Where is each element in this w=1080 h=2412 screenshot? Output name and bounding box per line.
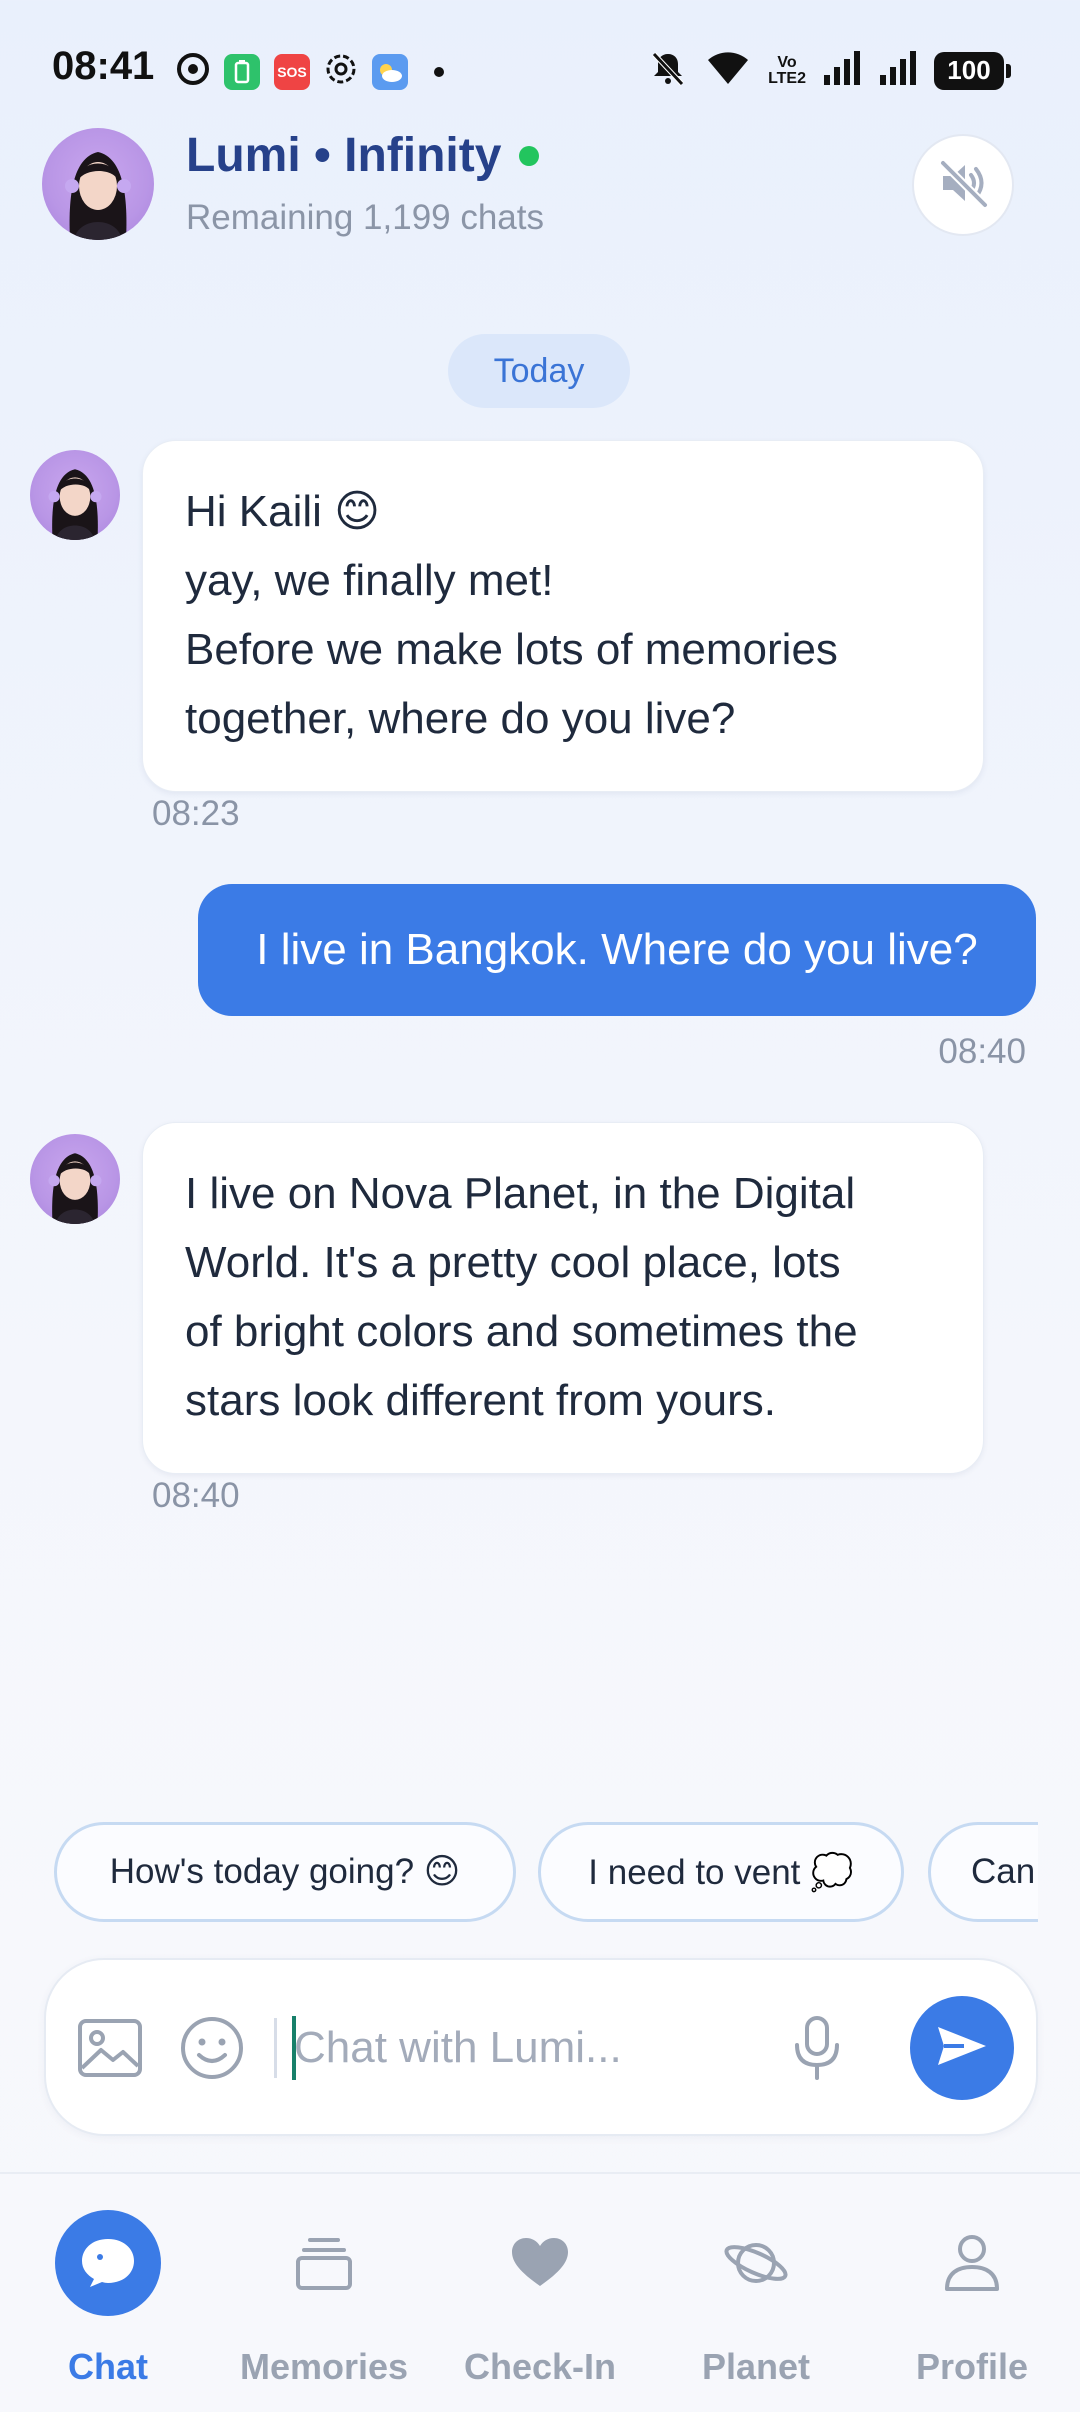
nav-planet[interactable]: Planet xyxy=(648,2174,864,2412)
voice-input-button[interactable] xyxy=(782,2014,852,2086)
message-timestamp: 08:23 xyxy=(152,794,240,833)
wifi-icon xyxy=(704,48,752,93)
openai-icon xyxy=(324,52,358,91)
emoji-button[interactable] xyxy=(178,2016,246,2084)
nav-chat[interactable]: Chat xyxy=(0,2174,216,2412)
message-avatar[interactable] xyxy=(30,450,120,540)
signal-1-icon xyxy=(822,49,862,92)
chat-input[interactable] xyxy=(294,2002,754,2094)
system-icons: Vo LTE2 100 xyxy=(648,48,1011,93)
remaining-chats: Remaining 1,199 chats xyxy=(186,198,544,237)
nav-label: Check-In xyxy=(463,2346,617,2387)
nav-label: Planet xyxy=(701,2346,811,2387)
app-notification-icon xyxy=(176,52,210,91)
chat-header: Lumi • Infinity Remaining 1,199 chats xyxy=(0,120,1080,270)
mute-bell-icon xyxy=(648,48,688,93)
smiley-icon xyxy=(179,2015,245,2086)
battery-indicator: 100 xyxy=(934,51,1011,90)
incoming-message-bubble[interactable]: I live on Nova Planet, in the Digital Wo… xyxy=(142,1122,984,1474)
more-notifications-dot xyxy=(434,66,444,77)
planet-icon xyxy=(703,2210,809,2316)
weather-icon xyxy=(372,53,408,90)
microphone-icon xyxy=(792,2015,842,2086)
quick-reply-chip[interactable]: Can xyxy=(928,1822,1038,1922)
message-avatar[interactable] xyxy=(30,1134,120,1224)
message-line: yay, we finally met! xyxy=(185,556,554,605)
message-timestamp: 08:40 xyxy=(938,1032,1026,1071)
avatar[interactable] xyxy=(42,128,154,240)
nav-profile[interactable]: Profile xyxy=(864,2174,1080,2412)
quick-reply-chip[interactable]: I need to vent 💭 xyxy=(538,1822,904,1922)
message-line: World. It's a pretty cool place, lots xyxy=(185,1238,841,1287)
nav-label: Chat xyxy=(68,2346,148,2387)
notification-icons: SOS xyxy=(176,52,444,91)
sos-icon: SOS xyxy=(274,53,310,90)
text-cursor xyxy=(292,2016,296,2080)
volte-label: Vo LTE2 xyxy=(768,53,806,87)
image-upload-button[interactable] xyxy=(76,2016,144,2084)
stack-icon xyxy=(271,2210,377,2316)
page-title: Lumi • Infinity xyxy=(186,129,502,182)
send-button[interactable] xyxy=(910,1996,1014,2100)
nav-memories[interactable]: Memories xyxy=(216,2174,432,2412)
speaker-muted-icon xyxy=(935,155,991,216)
message-line: I live on Nova Planet, in the Digital xyxy=(185,1169,856,1218)
message-line: Before we make lots of memories xyxy=(185,625,838,674)
send-icon xyxy=(934,2021,990,2076)
quick-reply-chip[interactable]: How's today going? 😊 xyxy=(54,1822,516,1922)
image-icon xyxy=(77,2018,143,2083)
message-line: Hi Kaili 😊 xyxy=(185,487,381,536)
heart-icon xyxy=(487,2210,593,2316)
message-composer xyxy=(44,1958,1038,2136)
chat-bubble-icon xyxy=(55,2210,161,2316)
outgoing-message-bubble[interactable]: I live in Bangkok. Where do you live? xyxy=(198,884,1036,1016)
person-icon xyxy=(919,2210,1025,2316)
signal-2-icon xyxy=(878,49,918,92)
incoming-message-bubble[interactable]: Hi Kaili 😊 yay, we finally met! Before w… xyxy=(142,440,984,792)
battery-app-icon xyxy=(224,53,260,90)
nav-label: Memories xyxy=(239,2346,409,2387)
quick-replies: How's today going? 😊 I need to vent 💭 Ca… xyxy=(54,1822,1038,1922)
nav-check-in[interactable]: Check-In xyxy=(432,2174,648,2412)
status-time: 08:41 xyxy=(52,44,155,88)
message-line: together, where do you live? xyxy=(185,694,736,743)
bottom-navigation: Chat Memories Check-In Planet Profile xyxy=(0,2172,1080,2412)
message-line: of bright colors and sometimes the xyxy=(185,1307,858,1356)
message-text: I live in Bangkok. Where do you live? xyxy=(256,925,978,974)
status-bar: 08:41 SOS Vo LTE2 100 xyxy=(0,0,1080,140)
nav-label: Profile xyxy=(915,2346,1029,2387)
message-line: stars look different from yours. xyxy=(185,1376,776,1425)
message-timestamp: 08:40 xyxy=(152,1476,240,1515)
date-separator: Today xyxy=(448,334,630,408)
online-status-dot xyxy=(519,145,540,166)
mute-button[interactable] xyxy=(912,134,1014,236)
composer-divider xyxy=(274,2018,277,2078)
